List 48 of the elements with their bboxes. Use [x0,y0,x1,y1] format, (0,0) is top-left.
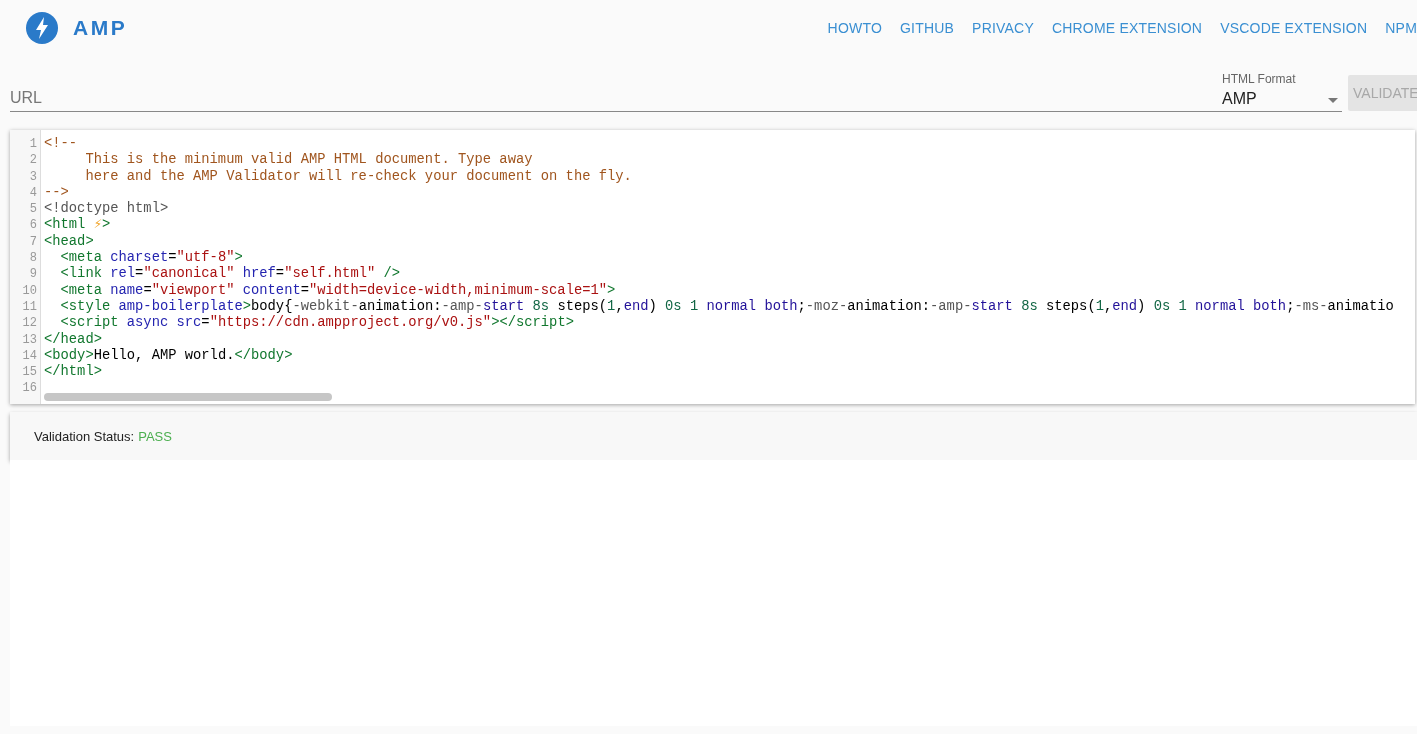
code-line: here and the AMP Validator will re-check your document on the fly. [84,168,632,185]
line-number: 2 [28,152,38,169]
code-line: <link rel="canonical" href="self.html" /> [59,266,401,283]
code-line: <meta charset="utf-8"> [59,250,243,266]
logo-icon [26,12,58,44]
code-line: <head> [44,233,94,251]
line-number: 12 [21,315,38,332]
line-number: 16 [21,380,38,397]
line-number: 10 [21,282,38,299]
line-number: 6 [28,217,38,234]
status-label: Validation Status: [34,428,135,444]
format-select[interactable]: HTML Format AMP [1222,72,1342,112]
code-line: <html ⚡> [44,217,111,234]
url-input-field[interactable]: URL [10,89,1222,112]
line-number: 9 [28,266,38,283]
code-line: </head> [44,331,102,348]
code-line: <style amp-boilerplate>body{-webkit-animation:-amp-start 8s steps(1,end) 0s 1 normal both;-moz-animation:-amp-start 8s steps(1,end) 0s 1 normal both;-ms-animatio [59,298,1394,315]
line-number: 13 [21,331,38,348]
code-line: <!-- [44,136,78,153]
nav-link[interactable]: HOWTO [827,20,882,36]
select-value: AMP [1222,90,1257,108]
line-number: 1 [28,136,38,153]
line-number: 7 [28,233,38,251]
scrollbar-thumb[interactable] [44,393,332,401]
line-number: 15 [21,364,38,381]
select-label: HTML Format [1222,72,1297,86]
status-value: PASS [138,428,172,444]
code-line: <script async src="https://cdn.ampproject.org/v0.js"></script> [59,315,574,332]
nav-link[interactable]: NPM [1385,20,1417,36]
line-number: 4 [28,184,38,202]
code-line: <meta name="viewport" content="width=device-width,minimum-scale=1"> [59,282,616,299]
code-line: </html> [44,364,102,381]
nav-link[interactable]: VSCODE EXTENSION [1220,20,1368,36]
logo-text: AMP [73,16,128,40]
line-number: 8 [28,250,38,267]
caret-icon [1328,98,1338,103]
code-line: <!doctype html> [44,201,169,217]
line-number: 5 [28,201,38,218]
nav-link[interactable]: PRIVACY [972,20,1034,36]
nav-link[interactable]: GITHUB [900,20,955,36]
line-number: 3 [28,168,38,185]
code-line: This is the minimum valid AMP HTML document. Type away [84,152,533,169]
code-line: <body>Hello, AMP world.</body> [44,347,293,364]
code-editor[interactable] [10,130,1415,404]
code-line: --> [44,184,69,201]
line-number: 14 [21,347,38,365]
line-number: 11 [21,298,38,316]
nav-link[interactable]: CHROME EXTENSION [1051,20,1203,36]
